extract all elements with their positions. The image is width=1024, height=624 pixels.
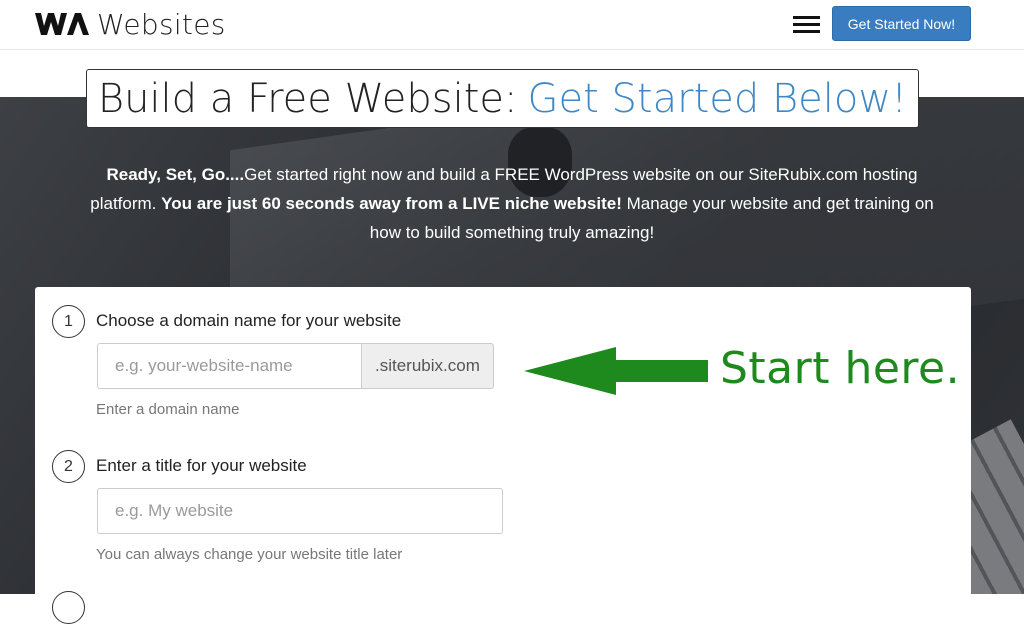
site-logo[interactable]: Websites [33,6,226,42]
intro-paragraph: Ready, Set, Go....Get started right now … [80,160,944,247]
step-2-number: 2 [52,450,85,483]
website-title-input[interactable] [97,488,503,534]
domain-input-group: .siterubix.com [97,343,494,389]
domain-name-input[interactable] [97,343,362,389]
page-title-main: Build a Free Website: [97,75,518,122]
wa-logo-icon [35,13,89,35]
step-3-number [52,591,85,624]
step-1-number: 1 [52,305,85,338]
signup-form-card: 1 Choose a domain name for your website … [35,287,971,624]
start-here-annotation: Start here. [720,343,961,394]
page-title-accent: Get Started Below! [527,75,908,122]
left-arrow-icon [524,347,708,395]
hamburger-menu-icon[interactable] [793,16,820,34]
domain-hint: Enter a domain name [96,401,240,418]
page-title: Build a Free Website: Get Started Below! [86,69,919,128]
top-navbar: Websites Get Started Now! [0,0,1024,50]
intro-bold-2: You are just 60 seconds away from a LIVE… [161,194,622,213]
get-started-button[interactable]: Get Started Now! [832,6,971,41]
domain-suffix: .siterubix.com [362,343,494,389]
title-hint: You can always change your website title… [96,546,403,563]
intro-bold-1: Ready, Set, Go.... [106,165,245,184]
step-1-label: Choose a domain name for your website [96,311,402,330]
logo-text: Websites [97,7,226,41]
step-2-label: Enter a title for your website [96,456,307,475]
title-input-group [97,488,503,534]
